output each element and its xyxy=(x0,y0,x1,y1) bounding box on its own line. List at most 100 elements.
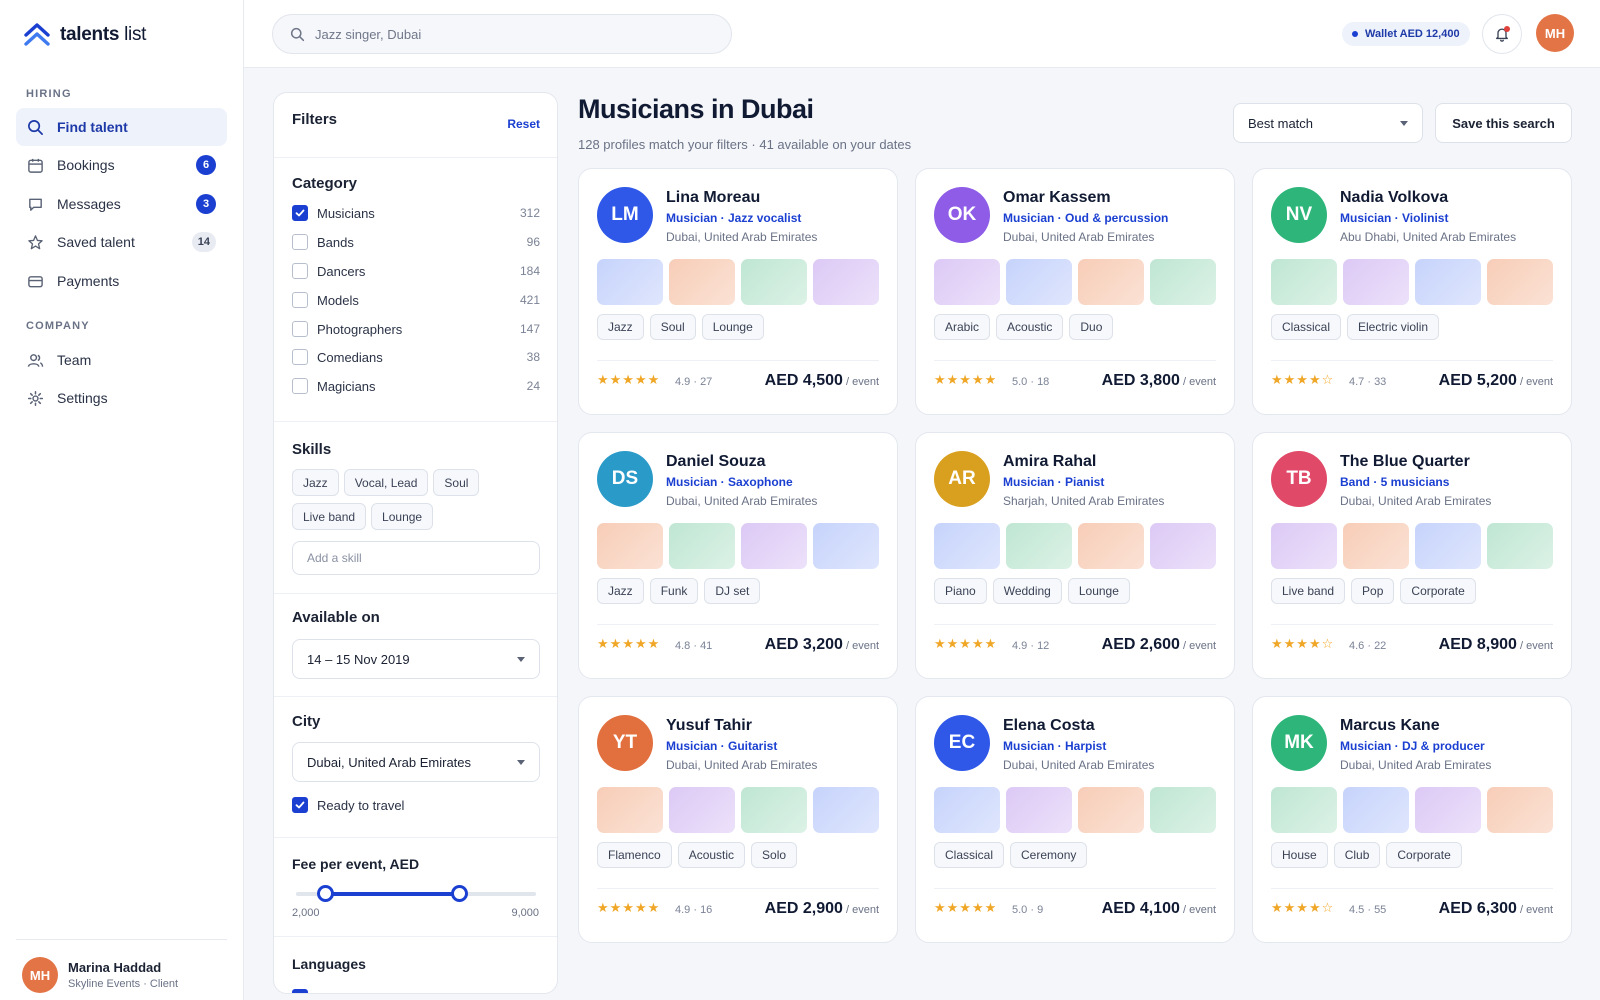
portfolio-thumbnail[interactable] xyxy=(1343,259,1409,305)
talent-name[interactable]: Daniel Souza xyxy=(666,453,766,471)
search-box[interactable] xyxy=(272,14,732,54)
portfolio-thumbnail[interactable] xyxy=(934,787,1000,833)
portfolio-thumbnail[interactable] xyxy=(1150,523,1216,569)
sidebar-item-team[interactable]: Team xyxy=(16,341,227,379)
add-skill-field[interactable] xyxy=(292,541,540,575)
portfolio-thumbnail[interactable] xyxy=(1415,523,1481,569)
portfolio-thumbnail[interactable] xyxy=(813,787,879,833)
portfolio-thumbnail[interactable] xyxy=(1415,787,1481,833)
portfolio-thumbnail[interactable] xyxy=(1006,787,1072,833)
talent-card[interactable]: LM Lina Moreau Musician · Jazz vocalist Dub… xyxy=(578,168,898,415)
portfolio-thumbnail[interactable] xyxy=(1487,259,1553,305)
sort-select[interactable]: Best match xyxy=(1233,103,1423,143)
add-skill-input[interactable] xyxy=(307,551,525,565)
slider-min-handle[interactable] xyxy=(316,885,334,902)
talent-name[interactable]: Yusuf Tahir xyxy=(666,717,752,735)
category-checkbox[interactable]: Models 421 xyxy=(292,292,540,308)
talent-card[interactable]: MK Marcus Kane Musician · DJ & producer Dub… xyxy=(1252,696,1572,943)
talent-name[interactable]: Lina Moreau xyxy=(666,189,760,207)
talent-card[interactable]: TB The Blue Quarter Band · 5 musicians Duba… xyxy=(1252,432,1572,679)
portfolio-thumbnail[interactable] xyxy=(1150,259,1216,305)
talent-name[interactable]: Elena Costa xyxy=(1003,717,1095,735)
user-card[interactable]: MH Marina Haddad Skyline Events · Client xyxy=(22,957,178,993)
talent-name[interactable]: Amira Rahal xyxy=(1003,453,1096,471)
portfolio-thumbnail[interactable] xyxy=(934,259,1000,305)
talent-name[interactable]: Omar Kassem xyxy=(1003,189,1111,207)
talent-card[interactable]: DS Daniel Souza Musician · Saxophone Dubai,… xyxy=(578,432,898,679)
category-checkbox[interactable]: Photographers 147 xyxy=(292,321,540,337)
portfolio-thumbnail[interactable] xyxy=(1271,259,1337,305)
talent-price: AED 5,200 / event xyxy=(1439,372,1553,390)
talent-location: Dubai, United Arab Emirates xyxy=(666,494,818,508)
portfolio-thumbnail[interactable] xyxy=(1006,523,1072,569)
portfolio-thumbnail[interactable] xyxy=(1343,787,1409,833)
price-unit: / event xyxy=(1179,904,1216,916)
category-checkbox[interactable]: Comedians 38 xyxy=(292,349,540,365)
category-checkbox[interactable]: Musicians 312 xyxy=(292,205,540,221)
talent-card[interactable]: NV Nadia Volkova Musician · Violinist Abu D… xyxy=(1252,168,1572,415)
logo[interactable]: talents list xyxy=(24,22,146,48)
skill-chip[interactable]: Live band xyxy=(292,503,367,530)
date-select[interactable]: 14 – 15 Nov 2019 xyxy=(292,639,540,679)
talent-name[interactable]: Marcus Kane xyxy=(1340,717,1440,735)
search-input[interactable] xyxy=(315,26,715,42)
portfolio-thumbnail[interactable] xyxy=(741,787,807,833)
skill-chip[interactable]: Lounge xyxy=(371,503,434,530)
talent-card[interactable]: OK Omar Kassem Musician · Oud & percussion… xyxy=(915,168,1235,415)
portfolio-thumbnail[interactable] xyxy=(741,259,807,305)
portfolio-thumbnail[interactable] xyxy=(669,523,735,569)
skill-chip[interactable]: Vocal, Lead xyxy=(343,469,429,496)
portfolio-thumbnail[interactable] xyxy=(1271,523,1337,569)
nav-section-company: COMPANY xyxy=(26,320,90,332)
ready-to-travel-checkbox[interactable]: Ready to travel xyxy=(292,797,540,813)
divider xyxy=(274,157,557,158)
notifications-button[interactable] xyxy=(1482,14,1522,54)
skill-chip[interactable]: Soul xyxy=(433,469,480,496)
fee-range-slider[interactable] xyxy=(296,885,536,902)
portfolio-thumbnail[interactable] xyxy=(741,523,807,569)
category-checkbox[interactable]: Dancers 184 xyxy=(292,263,540,279)
portfolio-thumbnail[interactable] xyxy=(934,523,1000,569)
sidebar-item-saved-talent[interactable]: Saved talent 14 xyxy=(16,223,227,261)
checkbox-checked-icon[interactable] xyxy=(292,989,308,993)
sidebar-item-payments[interactable]: Payments xyxy=(16,262,227,300)
slider-max-handle[interactable] xyxy=(451,885,469,902)
portfolio-thumbnail[interactable] xyxy=(1487,787,1553,833)
reset-filters-link[interactable]: Reset xyxy=(507,117,540,131)
portfolio-thumbnail[interactable] xyxy=(1078,787,1144,833)
portfolio-thumbnail[interactable] xyxy=(669,787,735,833)
portfolio-thumbnail[interactable] xyxy=(1078,259,1144,305)
talent-card[interactable]: YT Yusuf Tahir Musician · Guitarist Dubai, … xyxy=(578,696,898,943)
portfolio-thumbnail[interactable] xyxy=(1343,523,1409,569)
talent-card[interactable]: EC Elena Costa Musician · Harpist Dubai, Un… xyxy=(915,696,1235,943)
portfolio-thumbnail[interactable] xyxy=(1150,787,1216,833)
portfolio-thumbnail[interactable] xyxy=(1487,523,1553,569)
portfolio-thumbnail[interactable] xyxy=(1006,259,1072,305)
chevron-down-icon xyxy=(1400,120,1408,126)
portfolio-thumbnail[interactable] xyxy=(669,259,735,305)
sidebar-item-find-talent[interactable]: Find talent xyxy=(16,108,227,146)
skill-chip[interactable]: Jazz xyxy=(292,469,339,496)
portfolio-thumbnail[interactable] xyxy=(813,523,879,569)
category-checkbox[interactable]: Magicians 24 xyxy=(292,378,540,394)
sidebar-item-settings[interactable]: Settings xyxy=(16,379,227,417)
price-unit: / event xyxy=(1179,640,1216,652)
wallet-badge[interactable]: Wallet AED 12,400 xyxy=(1342,22,1470,46)
portfolio-thumbnail[interactable] xyxy=(597,259,663,305)
sidebar-item-bookings[interactable]: Bookings 6 xyxy=(16,146,227,184)
portfolio-thumbnail[interactable] xyxy=(1271,787,1337,833)
portfolio-thumbnail[interactable] xyxy=(813,259,879,305)
portfolio-thumbnail[interactable] xyxy=(1078,523,1144,569)
portfolio-thumbnail[interactable] xyxy=(597,523,663,569)
portfolio-thumbnail[interactable] xyxy=(1415,259,1481,305)
talent-name[interactable]: Nadia Volkova xyxy=(1340,189,1448,207)
talent-role: Musician · Saxophone xyxy=(666,475,793,489)
sidebar-item-messages[interactable]: Messages 3 xyxy=(16,185,227,223)
save-search-button[interactable]: Save this search xyxy=(1435,103,1572,143)
category-checkbox[interactable]: Bands 96 xyxy=(292,234,540,250)
talent-name[interactable]: The Blue Quarter xyxy=(1340,453,1470,471)
city-select[interactable]: Dubai, United Arab Emirates xyxy=(292,742,540,782)
portfolio-thumbnail[interactable] xyxy=(597,787,663,833)
talent-card[interactable]: AR Amira Rahal Musician · Pianist Sharjah, … xyxy=(915,432,1235,679)
account-avatar[interactable]: MH xyxy=(1536,14,1574,52)
